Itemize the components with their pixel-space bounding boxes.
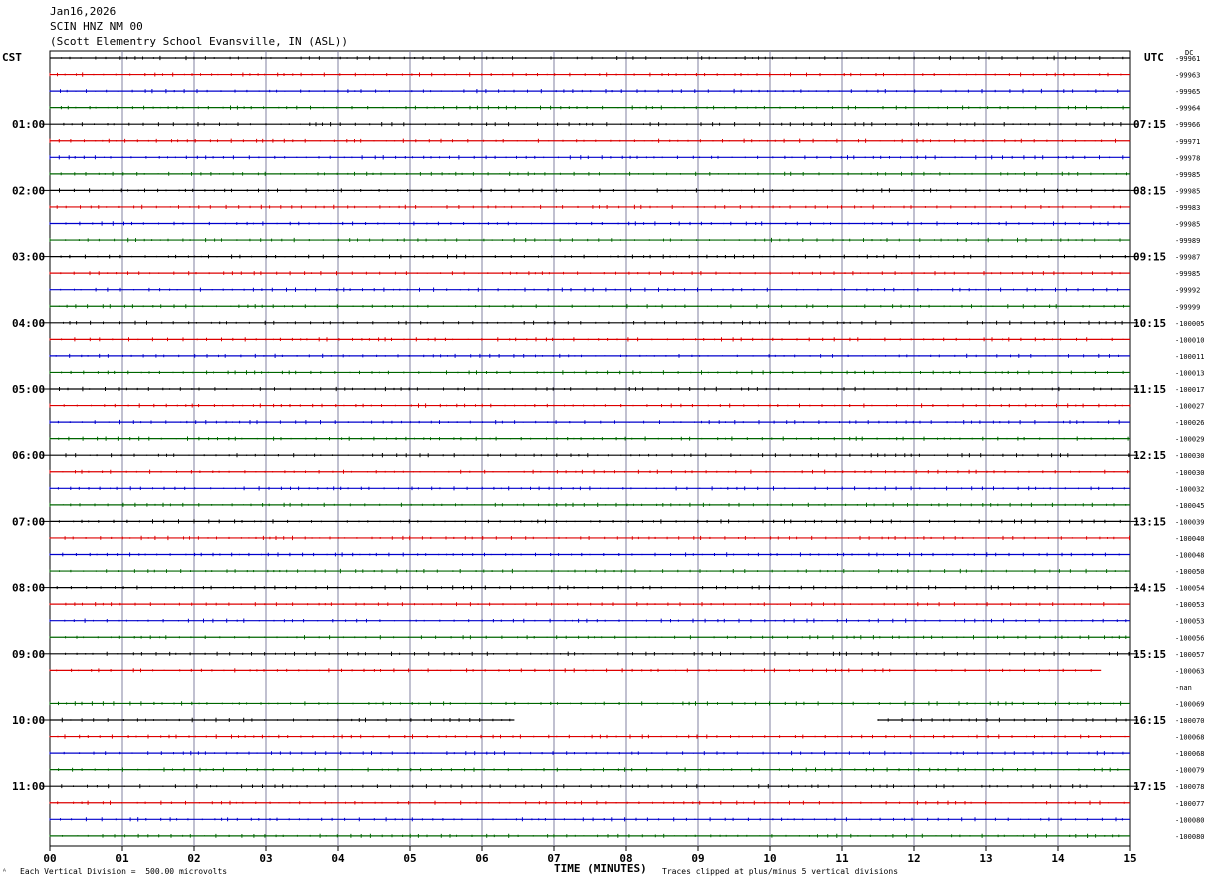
left-hour-label: 10:00 bbox=[12, 714, 45, 727]
left-hour-label: 02:00 bbox=[12, 184, 45, 197]
dc-offset-label: -99983 bbox=[1175, 204, 1200, 212]
x-tick-label: 12 bbox=[907, 852, 920, 865]
dc-offset-label: -100053 bbox=[1175, 601, 1205, 609]
dc-offset-label: -100070 bbox=[1175, 717, 1205, 725]
x-tick-label: 05 bbox=[403, 852, 416, 865]
dc-offset-label: -100045 bbox=[1175, 502, 1205, 510]
dc-offset-label: -99992 bbox=[1175, 287, 1200, 295]
dc-offset-label: -99971 bbox=[1175, 138, 1200, 146]
x-tick-label: 04 bbox=[331, 852, 345, 865]
right-hour-label: 13:15 bbox=[1133, 515, 1166, 528]
dc-offset-label: -100005 bbox=[1175, 320, 1205, 328]
dc-offset-label: -100077 bbox=[1175, 800, 1205, 808]
x-tick-label: 13 bbox=[979, 852, 992, 865]
dc-offset-label: -100013 bbox=[1175, 369, 1205, 377]
dc-offset-label: -100068 bbox=[1175, 750, 1205, 758]
right-hour-label: 15:15 bbox=[1133, 648, 1166, 661]
left-hour-label: 06:00 bbox=[12, 449, 45, 462]
helicorder-plot: -99961 -99963 -99965 -99964 -99966 -99971 -999… bbox=[12, 50, 1205, 865]
dc-offset-label: -100027 bbox=[1175, 403, 1205, 411]
right-hour-label: 12:15 bbox=[1133, 449, 1166, 462]
dc-offset-label: -99989 bbox=[1175, 237, 1200, 245]
plot-frame bbox=[49, 50, 1131, 847]
right-hour-label: 08:15 bbox=[1133, 184, 1166, 197]
x-tick-label: 09 bbox=[691, 852, 704, 865]
dc-offset-label: -99961 bbox=[1175, 55, 1200, 63]
x-tick-label: 00 bbox=[43, 852, 56, 865]
dc-offset-label: -100078 bbox=[1175, 783, 1205, 791]
dc-offset-label: -100011 bbox=[1175, 353, 1205, 361]
dc-offset-label: -100080 bbox=[1175, 816, 1205, 824]
left-hour-label: 11:00 bbox=[12, 780, 45, 793]
dc-offset-label: -99985 bbox=[1175, 171, 1200, 179]
left-hour-label: 05:00 bbox=[12, 383, 45, 396]
dc-offset-label: -100029 bbox=[1175, 436, 1205, 444]
scale-note: Each Vertical Division = 500.00 microvol… bbox=[20, 867, 228, 876]
dc-offset-label: -100056 bbox=[1175, 634, 1205, 642]
dc-offset-label: -100079 bbox=[1175, 767, 1205, 775]
right-hour-label: 14:15 bbox=[1133, 582, 1166, 595]
dc-offset-label: -100026 bbox=[1175, 419, 1205, 427]
left-hour-label: 04:00 bbox=[12, 317, 45, 330]
dc-offset-label: -99987 bbox=[1175, 254, 1200, 262]
dc-offset-label: -100039 bbox=[1175, 518, 1205, 526]
dc-offset-label: -100053 bbox=[1175, 618, 1205, 626]
x-axis-title: TIME (MINUTES) bbox=[554, 862, 647, 875]
dc-offset-label: -100030 bbox=[1175, 469, 1205, 477]
right-hour-label: 17:15 bbox=[1133, 780, 1166, 793]
x-tick-label: 15 bbox=[1123, 852, 1136, 865]
dc-offset-label: -100069 bbox=[1175, 700, 1205, 708]
dc-offset-label: -100048 bbox=[1175, 552, 1205, 560]
x-tick-label: 11 bbox=[835, 852, 849, 865]
dc-offset-label: -99985 bbox=[1175, 221, 1200, 229]
left-hour-label: 01:00 bbox=[12, 118, 45, 131]
dc-offset-label: -99964 bbox=[1175, 105, 1200, 113]
dc-offset-label: -nan bbox=[1175, 684, 1192, 692]
dc-offset-label: -100017 bbox=[1175, 386, 1205, 394]
x-tick-label: 01 bbox=[115, 852, 129, 865]
dc-offset-label: -99999 bbox=[1175, 303, 1200, 311]
right-hour-label: 10:15 bbox=[1133, 317, 1166, 330]
x-tick-label: 10 bbox=[763, 852, 776, 865]
corner-mark: ᴬ bbox=[2, 867, 7, 876]
dc-offset-label: -99985 bbox=[1175, 270, 1200, 278]
dc-offset-label: -99963 bbox=[1175, 72, 1200, 80]
dc-offset-label: -100063 bbox=[1175, 667, 1205, 675]
right-hour-label: 11:15 bbox=[1133, 383, 1166, 396]
dc-offset-label: -100080 bbox=[1175, 833, 1205, 841]
dc-offset-label: -99978 bbox=[1175, 154, 1200, 162]
dc-offset-label: -100054 bbox=[1175, 585, 1205, 593]
dc-offset-label: -100040 bbox=[1175, 535, 1205, 543]
x-tick-label: 03 bbox=[259, 852, 272, 865]
left-hour-label: 09:00 bbox=[12, 648, 45, 661]
dc-offset-label: -100010 bbox=[1175, 336, 1205, 344]
x-tick-label: 06 bbox=[475, 852, 489, 865]
left-hour-label: 08:00 bbox=[12, 582, 45, 595]
dc-offset-label: -99966 bbox=[1175, 121, 1200, 129]
dc-offset-label: -100050 bbox=[1175, 568, 1205, 576]
x-tick-label: 02 bbox=[187, 852, 200, 865]
dc-offset-label: -100030 bbox=[1175, 452, 1205, 460]
dc-offset-label: -99965 bbox=[1175, 88, 1200, 96]
x-tick-label: 14 bbox=[1051, 852, 1065, 865]
dc-offset-label: -100032 bbox=[1175, 485, 1205, 493]
right-hour-label: 09:15 bbox=[1133, 251, 1166, 264]
left-hour-label: 03:00 bbox=[12, 251, 45, 264]
dc-offset-label: -99985 bbox=[1175, 187, 1200, 195]
clip-note: Traces clipped at plus/minus 5 vertical … bbox=[662, 867, 899, 876]
dc-offset-label: -100057 bbox=[1175, 651, 1205, 659]
dc-offset-label: -100068 bbox=[1175, 734, 1205, 742]
right-hour-label: 16:15 bbox=[1133, 714, 1166, 727]
right-hour-label: 07:15 bbox=[1133, 118, 1166, 131]
left-hour-label: 07:00 bbox=[12, 515, 45, 528]
